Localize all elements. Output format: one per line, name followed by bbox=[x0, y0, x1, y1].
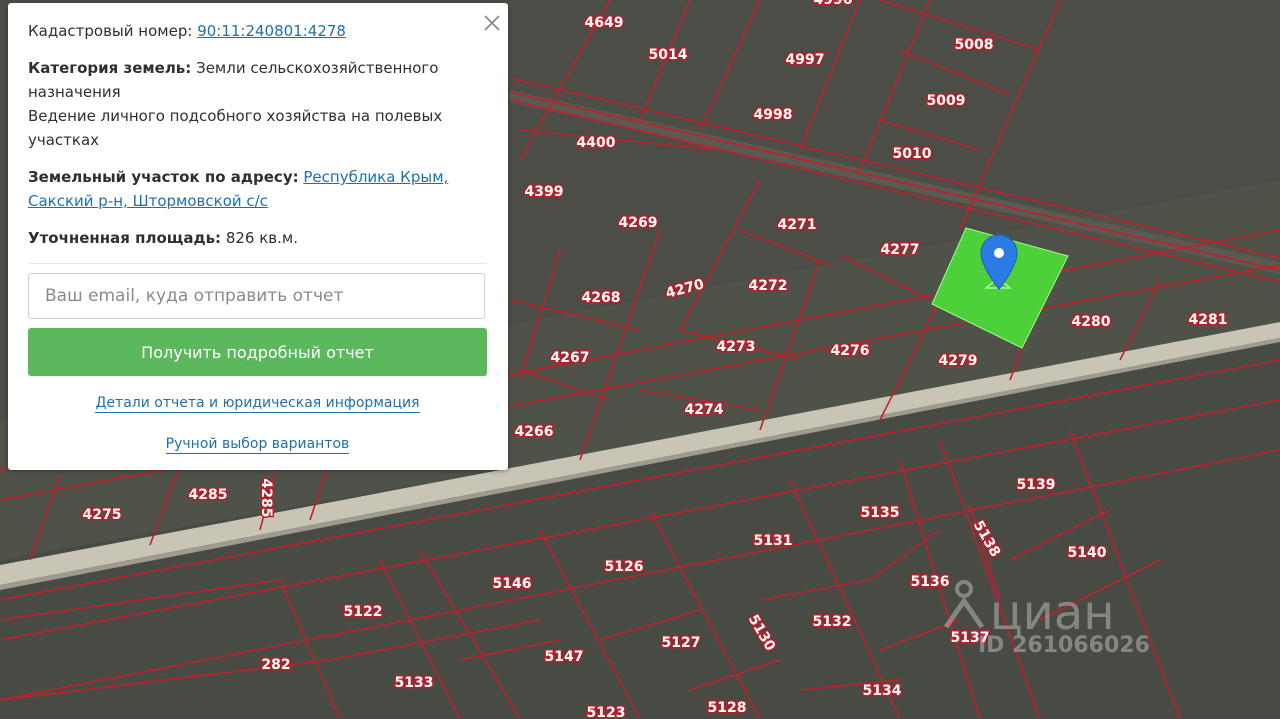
parcel-label-5132: 5132 bbox=[813, 614, 852, 630]
parcel-label-4279: 4279 bbox=[939, 353, 978, 369]
parcel-label-4271: 4271 bbox=[778, 217, 817, 233]
manual-selection-link[interactable]: Ручной выбор вариантов bbox=[28, 436, 487, 454]
address-label: Земельный участок по адресу: bbox=[28, 168, 299, 186]
parcel-label-4274: 4274 bbox=[685, 402, 724, 418]
address-row: Земельный участок по адресу: Республика … bbox=[28, 165, 468, 213]
parcel-label-5133: 5133 bbox=[395, 675, 434, 691]
usage-row: Ведение личного подсобного хозяйства на … bbox=[28, 104, 468, 152]
parcel-label-4649: 4649 bbox=[585, 15, 624, 31]
parcel-label-4277: 4277 bbox=[881, 242, 920, 258]
email-field[interactable] bbox=[28, 273, 485, 319]
parcel-label-5009: 5009 bbox=[927, 93, 966, 109]
parcel-label-5146: 5146 bbox=[493, 576, 532, 592]
parcel-info-panel: Кадастровый номер: 90:11:240801:4278 Кат… bbox=[8, 3, 508, 470]
parcel-label-4272: 4272 bbox=[749, 278, 788, 294]
parcel-label-5014: 5014 bbox=[649, 47, 688, 63]
usage-value: Ведение личного подсобного хозяйства на … bbox=[28, 107, 443, 149]
close-icon bbox=[484, 15, 500, 31]
parcel-label-4267: 4267 bbox=[551, 350, 590, 366]
parcel-label-5131: 5131 bbox=[754, 533, 793, 549]
parcel-label-4273: 4273 bbox=[717, 339, 756, 355]
parcel-label-4268: 4268 bbox=[582, 290, 621, 306]
parcel-label-5147: 5147 bbox=[545, 649, 584, 665]
parcel-label-4276: 4276 bbox=[831, 343, 870, 359]
report-details-link-label: Детали отчета и юридическая информация bbox=[95, 395, 420, 413]
get-report-button[interactable]: Получить подробный отчет bbox=[28, 328, 487, 376]
category-row: Категория земель: Земли сельскохозяйстве… bbox=[28, 56, 468, 104]
parcel-label-4280: 4280 bbox=[1072, 314, 1111, 330]
parcel-label-4266: 4266 bbox=[515, 424, 554, 440]
parcel-label-4285: 4285 bbox=[258, 479, 274, 518]
parcel-label-5134: 5134 bbox=[863, 683, 902, 699]
manual-selection-link-label: Ручной выбор вариантов bbox=[165, 436, 350, 454]
parcel-label-4275: 4275 bbox=[83, 507, 122, 523]
parcel-label-5128: 5128 bbox=[708, 700, 747, 716]
parcel-label-4996: 4996 bbox=[814, 0, 853, 8]
watermark: циан ID 261066026 bbox=[940, 580, 1190, 665]
parcel-label-4997: 4997 bbox=[786, 52, 825, 68]
area-row: Уточненная площадь: 826 кв.м. bbox=[28, 226, 468, 250]
parcel-label-5126: 5126 bbox=[605, 559, 644, 575]
cadastral-number-link[interactable]: 90:11:240801:4278 bbox=[197, 22, 346, 40]
parcel-label-5123: 5123 bbox=[587, 705, 626, 719]
parcel-label-5122: 5122 bbox=[344, 604, 383, 620]
parcel-label-5010: 5010 bbox=[893, 146, 932, 162]
parcel-label-5139: 5139 bbox=[1017, 477, 1056, 493]
parcel-label-4281: 4281 bbox=[1189, 312, 1228, 328]
area-label: Уточненная площадь: bbox=[28, 229, 222, 247]
parcel-label-4998: 4998 bbox=[754, 107, 793, 123]
area-value: 826 кв.м. bbox=[225, 229, 298, 247]
divider bbox=[28, 263, 487, 264]
report-details-link[interactable]: Детали отчета и юридическая информация bbox=[28, 395, 487, 413]
watermark-id: ID 261066026 bbox=[978, 633, 1150, 658]
parcel-label-5140: 5140 bbox=[1068, 545, 1107, 561]
parcel-label-5135: 5135 bbox=[861, 505, 900, 521]
parcel-label-5008: 5008 bbox=[955, 37, 994, 53]
cian-logo-icon bbox=[943, 580, 985, 629]
cadastral-label: Кадастровый номер: bbox=[28, 22, 193, 40]
cadastral-row: Кадастровый номер: 90:11:240801:4278 bbox=[28, 19, 468, 43]
parcel-label-282: 282 bbox=[261, 657, 290, 673]
parcel-label-4269: 4269 bbox=[619, 215, 658, 231]
close-button[interactable] bbox=[478, 9, 506, 37]
category-label: Категория земель: bbox=[28, 59, 192, 77]
parcel-label-4285: 4285 bbox=[189, 487, 228, 503]
parcel-label-4399: 4399 bbox=[525, 184, 564, 200]
parcel-label-4400: 4400 bbox=[577, 135, 616, 151]
parcel-label-5127: 5127 bbox=[662, 635, 701, 651]
